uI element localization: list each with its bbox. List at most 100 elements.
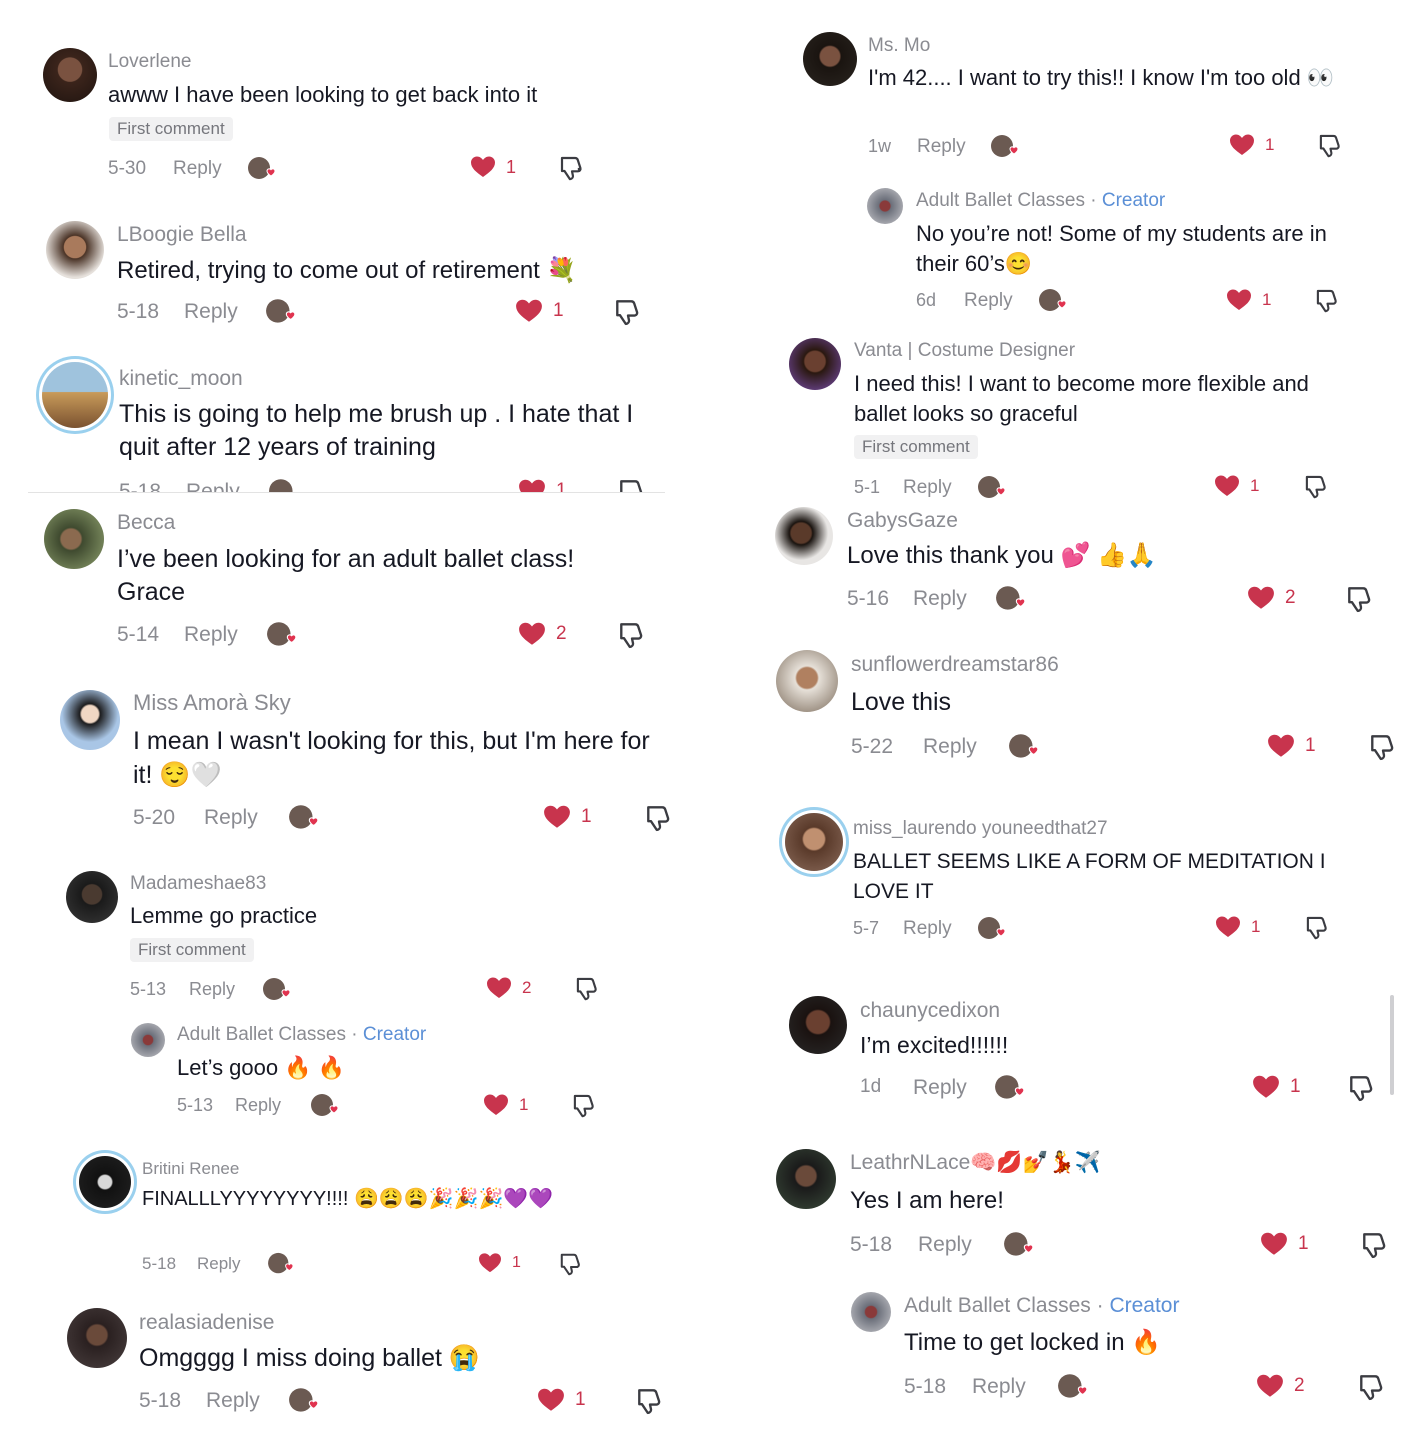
like-button[interactable]: 1 [537,1387,586,1413]
thumbs-down-icon[interactable] [635,1387,665,1415]
username[interactable]: LeathrNLace🧠💋💅💃✈️ [850,1151,1101,1175]
avatar[interactable] [776,650,838,712]
thumbs-down-icon[interactable] [1304,915,1331,940]
thumbs-down-icon[interactable] [617,621,647,649]
thumbs-down-icon[interactable] [617,478,647,492]
like-button[interactable]: 1 [483,1093,528,1117]
comment-text: Yes I am here! [850,1187,1004,1214]
reply-button[interactable]: Reply [923,735,977,759]
thumbs-down-icon[interactable] [1317,133,1344,158]
avatar[interactable] [66,871,118,923]
username[interactable]: Adult Ballet Classes · Creator [904,1294,1179,1318]
username[interactable]: miss_laurendo youneedthat27 [853,818,1108,840]
thumbs-down-icon[interactable] [1314,288,1341,313]
creator-label: Creator [1109,1294,1180,1317]
comment-text: No you’re not! Some of my students are i… [916,221,1327,276]
username[interactable]: Ms. Mo [868,35,930,57]
avatar[interactable] [60,690,120,750]
reply-button[interactable]: Reply [186,480,240,492]
avatar[interactable] [785,813,843,871]
like-button[interactable]: 1 [1214,474,1259,498]
like-button[interactable]: 1 [1252,1074,1301,1100]
username[interactable]: GabysGaze [847,509,958,533]
username[interactable]: kinetic_moon [119,367,243,391]
username[interactable]: sunflowerdreamstar86 [851,653,1059,677]
reply-button[interactable]: Reply [903,918,952,940]
username[interactable]: Becca [117,511,175,535]
like-button[interactable]: 2 [1247,585,1296,611]
username[interactable]: Britini Renee [142,1159,239,1179]
avatar[interactable] [79,1156,131,1208]
avatar[interactable] [867,188,903,224]
thumbs-down-icon[interactable] [1360,1231,1390,1259]
avatar[interactable] [67,1308,127,1368]
comment-date: 6d [916,290,937,310]
avatar[interactable] [42,362,108,428]
username[interactable]: chaunycedixon [860,999,1000,1023]
reply-button[interactable]: Reply [189,979,235,1000]
reply-button[interactable]: Reply [206,1389,260,1413]
username[interactable]: Adult Ballet Classes · Creator [916,190,1165,212]
reply-button[interactable]: Reply [204,806,258,830]
heart-icon [1248,586,1274,609]
like-button[interactable]: 1 [478,1252,521,1274]
first-comment-badge: First comment [130,938,254,962]
reply-button[interactable]: Reply [913,1076,967,1100]
reply-button[interactable]: Reply [918,1233,972,1257]
thumbs-down-icon[interactable] [1347,1074,1377,1102]
thumbs-down-icon[interactable] [1368,733,1398,761]
avatar[interactable] [776,1149,836,1209]
reply-button[interactable]: Reply [913,587,967,611]
like-button[interactable]: 1 [518,478,567,492]
username[interactable]: Adult Ballet Classes · Creator [177,1024,426,1046]
like-button[interactable]: 1 [543,804,592,830]
thumbs-down-icon[interactable] [644,804,674,832]
like-button[interactable]: 1 [1267,733,1316,759]
like-button[interactable]: 2 [1256,1373,1305,1399]
scrollbar[interactable] [1390,995,1394,1095]
reply-button[interactable]: Reply [964,290,1013,312]
creator-liked-icon [268,1252,294,1274]
creator-label: Creator [1101,190,1166,211]
reply-button[interactable]: Reply [972,1375,1026,1399]
heart-icon [1230,134,1254,155]
like-count: 2 [556,623,567,644]
avatar[interactable] [44,509,104,569]
divider [28,492,665,493]
username[interactable]: Vanta | Costume Designer [854,340,1075,362]
creator-liked-icon [978,917,1006,939]
reply-button[interactable]: Reply [184,623,238,647]
avatar[interactable] [803,32,857,86]
heart-icon [1216,916,1240,937]
username[interactable]: Miss Amorà Sky [133,690,291,716]
reply-button[interactable]: Reply [903,477,952,499]
comment-text: I mean I wasn't looking for this, but I'… [133,727,650,789]
avatar[interactable] [851,1292,891,1332]
creator-liked-icon [289,805,319,829]
like-count: 1 [1262,290,1272,309]
like-button[interactable]: 1 [1260,1231,1309,1257]
like-button[interactable]: 2 [518,621,567,647]
avatar[interactable] [789,338,841,390]
avatar[interactable] [131,1023,165,1057]
thumbs-down-icon[interactable] [1357,1373,1387,1401]
avatar[interactable] [789,996,847,1054]
username[interactable]: Madameshae83 [130,873,266,895]
creator-liked-icon [267,622,297,646]
comment-date: 1w [868,136,892,156]
username[interactable]: realasiadenise [139,1311,274,1335]
reply-button[interactable]: Reply [917,136,966,158]
like-button[interactable]: 1 [1229,133,1274,157]
reply-button[interactable]: Reply [197,1254,240,1274]
like-button[interactable]: 2 [486,976,531,1000]
like-button[interactable]: 1 [1215,915,1260,939]
thumbs-down-icon[interactable] [574,976,601,1001]
thumbs-down-icon[interactable] [571,1093,598,1118]
thumbs-down-icon[interactable] [1303,474,1330,499]
reply-button[interactable]: Reply [235,1095,281,1116]
comment-date: 5-7 [853,918,880,938]
like-button[interactable]: 1 [1226,288,1271,312]
avatar[interactable] [775,507,833,565]
thumbs-down-icon[interactable] [1345,585,1375,613]
thumbs-down-icon[interactable] [558,1252,584,1276]
